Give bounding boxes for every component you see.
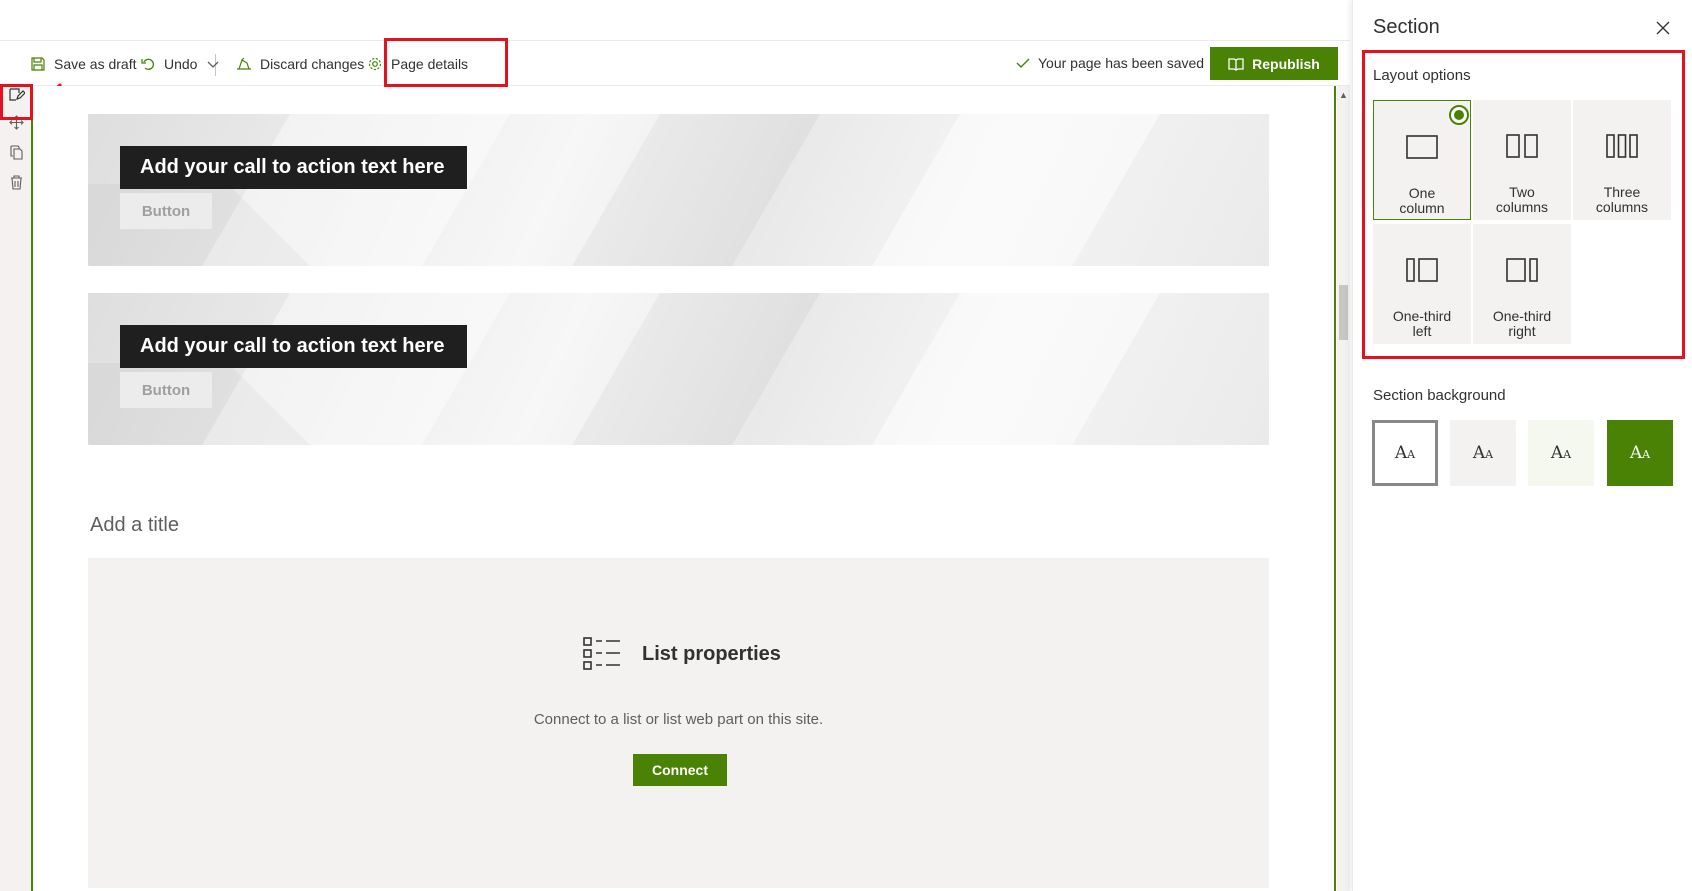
close-icon	[1656, 21, 1670, 35]
layout-one-column[interactable]: One column	[1373, 100, 1471, 220]
section-background-label: Section background	[1373, 387, 1506, 404]
add-title-placeholder[interactable]: Add a title	[90, 514, 179, 537]
layout-label: One-third left	[1392, 308, 1452, 339]
layout-one-third-right[interactable]: One-third right	[1473, 224, 1571, 344]
background-swatch-neutral[interactable]: AA	[1450, 420, 1516, 486]
cta-button[interactable]: Button	[120, 372, 212, 408]
discard-icon	[237, 57, 251, 70]
canvas-scrollbar[interactable]: ▲	[1337, 86, 1350, 891]
cta-text[interactable]: Add your call to action text here	[120, 146, 467, 189]
list-properties-title: List properties	[642, 642, 781, 665]
saved-status-text: Your page has been saved	[1038, 55, 1205, 71]
duplicate-section-button[interactable]	[4, 140, 28, 164]
three-columns-icon	[1606, 134, 1638, 158]
edit-section-button[interactable]	[4, 82, 28, 106]
panel-title: Section	[1373, 16, 1440, 38]
scroll-thumb[interactable]	[1339, 285, 1348, 340]
undo-label: Undo	[164, 56, 198, 72]
one-column-icon	[1406, 135, 1438, 159]
layout-one-third-left[interactable]: One-third left	[1373, 224, 1471, 344]
delete-section-button[interactable]	[4, 170, 28, 194]
command-bar: Save as draft Undo Discard changes Page …	[0, 40, 1350, 86]
duplicate-icon	[9, 144, 23, 160]
section-border	[1334, 86, 1336, 891]
page-details-label: Page details	[391, 56, 469, 72]
edit-section-icon	[8, 87, 25, 101]
one-third-left-icon	[1406, 258, 1438, 282]
cta-button[interactable]: Button	[120, 193, 212, 229]
republish-label: Republish	[1252, 55, 1320, 72]
undo-button[interactable]: Undo	[140, 51, 197, 77]
chevron-down-icon	[207, 61, 219, 68]
background-swatch-strong[interactable]: AA	[1607, 420, 1673, 486]
move-section-button[interactable]	[4, 110, 28, 134]
book-icon	[1228, 57, 1244, 71]
save-icon	[31, 57, 45, 71]
section-toolbox	[0, 86, 33, 891]
layout-label: Two columns	[1495, 184, 1549, 215]
undo-icon	[141, 58, 154, 70]
layout-label: One-third right	[1492, 308, 1552, 339]
background-swatch-soft[interactable]: AA	[1528, 420, 1594, 486]
text-style-icon: AA	[1472, 443, 1494, 463]
selected-radio-icon	[1449, 105, 1469, 125]
text-style-icon: AA	[1629, 443, 1651, 463]
discard-changes-button[interactable]: Discard changes	[236, 51, 364, 77]
text-style-icon: AA	[1394, 443, 1416, 463]
layout-options-label: Layout options	[1373, 67, 1471, 84]
close-button[interactable]	[1653, 18, 1673, 38]
list-icon	[583, 637, 620, 670]
discard-changes-label: Discard changes	[260, 56, 365, 72]
layout-label: Three columns	[1595, 184, 1649, 215]
scroll-up-icon[interactable]: ▲	[1339, 90, 1348, 100]
save-as-draft-button[interactable]: Save as draft	[30, 51, 137, 77]
delete-icon	[10, 174, 22, 190]
two-columns-icon	[1506, 134, 1538, 158]
list-properties-header: List properties	[582, 636, 781, 672]
gear-icon	[368, 57, 382, 71]
republish-button[interactable]: Republish	[1210, 47, 1338, 80]
text-style-icon: AA	[1550, 443, 1572, 463]
checkmark-icon	[1016, 58, 1030, 68]
call-to-action-webpart[interactable]: Add your call to action text here Button	[88, 293, 1269, 445]
layout-label: One column	[1399, 185, 1445, 216]
page-details-button[interactable]: Page details	[367, 51, 468, 77]
call-to-action-webpart[interactable]: Add your call to action text here Button	[88, 114, 1269, 266]
one-third-right-icon	[1506, 258, 1538, 282]
layout-two-columns[interactable]: Two columns	[1473, 100, 1571, 220]
section-property-pane: Section Layout options One column Two co…	[1352, 0, 1692, 891]
saved-status: Your page has been saved	[1016, 55, 1204, 71]
cta-text[interactable]: Add your call to action text here	[120, 325, 467, 368]
layout-three-columns[interactable]: Three columns	[1573, 100, 1671, 220]
move-icon	[8, 114, 24, 130]
save-as-draft-label: Save as draft	[54, 56, 137, 72]
list-properties-webpart: List properties Connect to a list or lis…	[88, 558, 1269, 888]
list-properties-description: Connect to a list or list web part on th…	[533, 711, 824, 728]
page-canvas: Add your call to action text here Button…	[35, 86, 1335, 891]
background-swatch-white[interactable]: AA	[1372, 420, 1438, 486]
undo-dropdown-button[interactable]	[206, 51, 228, 77]
connect-button[interactable]: Connect	[633, 754, 727, 786]
